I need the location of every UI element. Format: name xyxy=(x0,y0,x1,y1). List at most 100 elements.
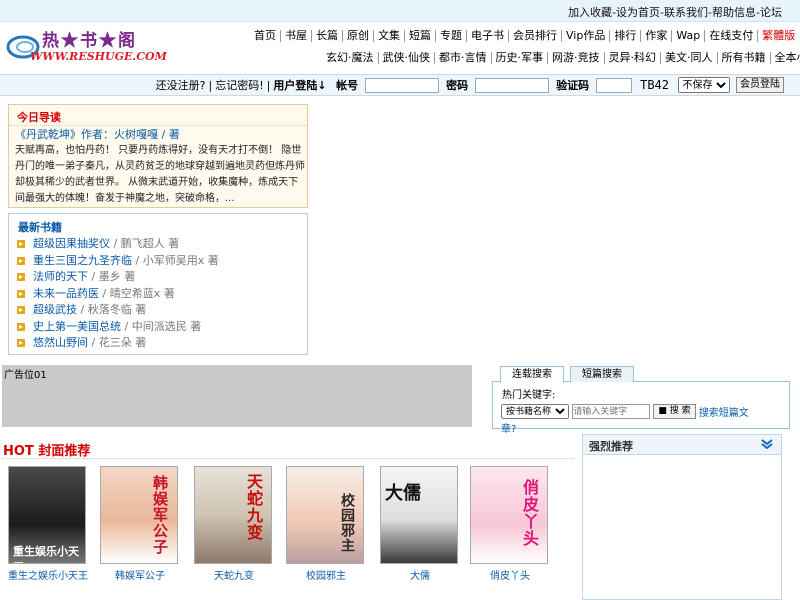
book-cover-image[interactable]: 重生娱乐小天王 xyxy=(8,466,86,564)
category-nav-item[interactable]: 灵异·科幻 xyxy=(605,52,661,64)
cover-art-text: 重生娱乐小天王 xyxy=(13,545,79,563)
main-nav-item[interactable]: 书屋 xyxy=(281,30,312,42)
contact-link[interactable]: 联系我们 xyxy=(664,4,708,20)
book-title-link[interactable]: 超级因果抽奖仪 xyxy=(33,237,110,250)
cover-card[interactable]: 校园邪主 校园邪主 xyxy=(286,466,366,583)
list-item: 重生三国之九圣齐临 / 小军师吴用x 著 xyxy=(17,253,219,270)
password-label: 密码 xyxy=(446,79,469,92)
list-item: 未来一品药医 / 晴空希蓝x 著 xyxy=(17,286,219,303)
category-nav: 玄幻·魔法 武侠·仙侠 都市·言情 历史·军事 网游·竞技 灵异·科幻 美文·同人 所有书籍全… xyxy=(322,51,800,64)
main-nav-item[interactable]: 电子书 xyxy=(467,30,509,42)
search-input[interactable] xyxy=(572,404,651,419)
register-link[interactable]: 还没注册? xyxy=(156,77,206,93)
cover-caption-link[interactable]: 大儒 xyxy=(370,567,470,582)
ad-slot[interactable]: 广告位01 xyxy=(2,365,472,427)
main-nav-item[interactable]: 作家 xyxy=(641,30,673,42)
book-cover-image[interactable]: 大儒 xyxy=(380,466,458,564)
cover-caption-link[interactable]: 重生之娱乐小天王 xyxy=(0,567,98,582)
forum-link[interactable]: 论坛 xyxy=(760,4,782,20)
main-nav: 首页 书屋 长篇 原创 文集 短篇 专题 电子书 会员排行 Vip作品 排行 作家 Wap 在线支付 繁體版 xyxy=(250,29,800,42)
captcha-input[interactable] xyxy=(595,77,632,93)
cover-caption-link[interactable]: 韩娱军公子 xyxy=(90,567,190,582)
book-cover-image[interactable]: 校园邪主 xyxy=(286,466,364,564)
help-link[interactable]: 帮助信息 xyxy=(712,4,756,20)
category-nav-item[interactable]: 武侠·仙侠 xyxy=(379,52,435,64)
utility-links: 加入收藏 - 设为首页 - 联系我们 - 帮助信息 - 论坛 xyxy=(568,4,782,20)
category-nav-item[interactable]: 全本小说 xyxy=(771,52,800,64)
search-field-select[interactable]: 按书籍名称 xyxy=(501,404,569,419)
book-cover-image[interactable]: 韩娱军公子 xyxy=(100,466,178,564)
book-title-link[interactable]: 法师的天下 xyxy=(33,270,88,283)
hot-covers-grid: 重生娱乐小天王重生之娱乐小天王韩娱军公子韩娱军公子天蛇九变天蛇九变校园邪主校园邪… xyxy=(8,466,568,586)
tab-serial-search[interactable]: 连载搜索 xyxy=(500,366,564,383)
divider xyxy=(2,458,574,459)
category-nav-item[interactable]: 都市·言情 xyxy=(435,52,492,64)
cover-card[interactable]: 大儒 大儒 xyxy=(380,466,460,583)
today-reading-title: 今日导读 xyxy=(17,111,61,124)
book-title-link[interactable]: 重生三国之九圣齐临 xyxy=(33,254,132,267)
add-favorite-link[interactable]: 加入收藏 xyxy=(568,4,612,20)
play-bullet-icon xyxy=(17,306,25,314)
login-button[interactable]: 会员登陆 xyxy=(736,77,784,93)
main-nav-item[interactable]: Wap xyxy=(672,30,706,42)
search-button[interactable]: ■ 搜 索 xyxy=(653,404,696,419)
cover-card[interactable]: 俏皮丫头 俏皮丫头 xyxy=(470,466,550,583)
book-author: / 鹏飞超人 著 xyxy=(113,237,180,250)
cover-caption-link[interactable]: 俏皮丫头 xyxy=(460,567,560,582)
book-cover-image[interactable]: 俏皮丫头 xyxy=(470,466,548,564)
set-homepage-link[interactable]: 设为首页 xyxy=(616,4,660,20)
book-title-link[interactable]: 超级武技 xyxy=(33,303,77,316)
tab-short-search[interactable]: 短篇搜索 xyxy=(570,366,634,382)
account-label: 帐号 xyxy=(336,79,359,92)
book-cover-image[interactable]: 天蛇九变 xyxy=(194,466,272,564)
book-title-link[interactable]: 未来一品药医 xyxy=(33,287,99,300)
main-nav-item[interactable]: 长篇 xyxy=(312,30,343,42)
main-nav-item[interactable]: 短篇 xyxy=(405,30,436,42)
main-nav-item[interactable]: 专题 xyxy=(436,30,467,42)
latest-books-panel: 最新书籍 超级因果抽奖仪 / 鹏飞超人 著重生三国之九圣齐临 / 小军师吴用x … xyxy=(8,213,308,355)
search-tabs: 连载搜索 短篇搜索 xyxy=(492,365,790,383)
today-reading-panel: 今日导读 《丹武乾坤》作者：火树嘎嘎 / 著 天赋再高，也怕丹药！ 只要丹药炼得… xyxy=(8,104,308,208)
account-input[interactable] xyxy=(364,77,439,93)
cover-caption-link[interactable]: 校园邪主 xyxy=(276,567,376,582)
category-nav-item[interactable]: 网游·竞技 xyxy=(548,52,605,64)
captcha-image[interactable]: TB42 xyxy=(638,78,671,92)
today-book-link[interactable]: 《丹武乾坤》作者：火树嘎嘎 / 著 xyxy=(15,126,180,142)
main-nav-item[interactable]: 排行 xyxy=(610,30,642,42)
short-search-link[interactable]: 搜索短篇文 xyxy=(699,408,749,419)
captcha-label: 验证码 xyxy=(556,79,590,92)
main-nav-item[interactable]: 会员排行 xyxy=(509,30,562,42)
category-nav-item[interactable]: 玄幻·魔法 xyxy=(322,52,379,64)
main-nav-item[interactable]: 在线支付 xyxy=(705,30,759,42)
password-input[interactable] xyxy=(474,77,549,93)
logo-url: WWW.RESHUGE.COM xyxy=(30,50,167,63)
category-nav-item[interactable]: 所有书籍 xyxy=(718,52,771,64)
main-nav-item[interactable]: Vip作品 xyxy=(562,30,611,42)
list-item: 史上第一美国总统 / 中间派选民 著 xyxy=(17,319,219,336)
book-title-link[interactable]: 悠然山野间 xyxy=(33,336,88,349)
main-nav-item[interactable]: 文集 xyxy=(374,30,405,42)
top-utility-bar: 加入收藏 - 设为首页 - 联系我们 - 帮助信息 - 论坛 xyxy=(0,0,800,22)
cover-caption-link[interactable]: 天蛇九变 xyxy=(184,567,284,582)
main-nav-item[interactable]: 原创 xyxy=(343,30,374,42)
book-title-link[interactable]: 史上第一美国总统 xyxy=(33,320,121,333)
double-chevron-down-icon[interactable] xyxy=(761,438,773,450)
cover-art-text: 天蛇九变 xyxy=(244,473,263,541)
category-nav-item[interactable]: 历史·军事 xyxy=(492,52,548,64)
short-search-link-wrap[interactable]: 章? xyxy=(501,420,516,435)
cover-card[interactable]: 重生娱乐小天王重生之娱乐小天王 xyxy=(8,466,88,583)
list-item: 超级武技 / 秋落冬临 著 xyxy=(17,302,219,319)
list-item: 超级因果抽奖仪 / 鹏飞超人 著 xyxy=(17,236,219,253)
forgot-password-link[interactable]: 忘记密码! xyxy=(215,77,263,93)
category-nav-item[interactable]: 美文·同人 xyxy=(661,52,718,64)
book-author: / 晴空希蓝x 著 xyxy=(102,286,175,300)
list-item: 法师的天下 / 墨乡 著 xyxy=(17,269,219,286)
cover-art-text: 韩娱军公子 xyxy=(151,475,169,555)
list-item: 悠然山野间 / 花三朵 著 xyxy=(17,335,219,352)
site-logo[interactable]: 热★书★阁 WWW.RESHUGE.COM xyxy=(6,26,167,70)
main-nav-item[interactable]: 首页 xyxy=(250,30,281,42)
remember-select[interactable]: 不保存 xyxy=(677,77,730,93)
main-nav-item[interactable]: 繁體版 xyxy=(758,30,799,42)
cover-card[interactable]: 天蛇九变 天蛇九变 xyxy=(194,466,274,583)
cover-card[interactable]: 韩娱军公子 韩娱军公子 xyxy=(100,466,180,583)
